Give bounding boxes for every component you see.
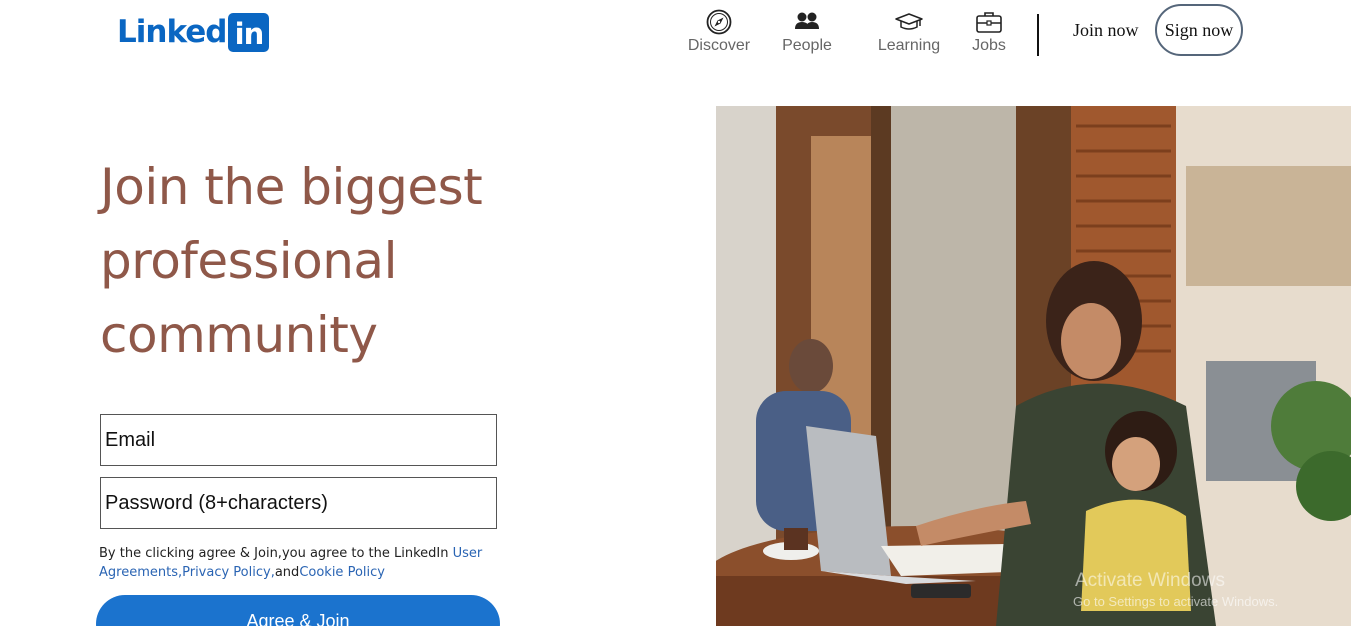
logo-wordmark: Linked (117, 14, 227, 50)
windows-watermark-subtitle: Go to Settings to activate Windows. (1073, 594, 1279, 609)
agree-join-button[interactable]: Agree & Join (96, 595, 500, 626)
nav-divider (1037, 14, 1039, 56)
join-now-link[interactable]: Join now (1073, 20, 1139, 41)
graduation-cap-icon (895, 8, 923, 36)
people-icon (794, 8, 820, 36)
nav-label-jobs: Jobs (972, 37, 1006, 54)
nav-item-discover[interactable]: Discover (686, 8, 752, 55)
hero-photo (716, 106, 1351, 626)
headline-line-1: Join the biggest (100, 158, 483, 216)
privacy-policy-link[interactable]: Privacy Policy, (182, 565, 275, 580)
nav-label-learning: Learning (877, 37, 941, 54)
nav-item-people[interactable]: People (781, 8, 833, 55)
headline-line-3: community (100, 306, 378, 364)
linkedin-logo[interactable]: Linked in (117, 12, 270, 52)
page-headline: Join the biggest professional community (100, 150, 660, 372)
windows-watermark-title: Activate Windows (1075, 570, 1225, 591)
terms-and: and (274, 565, 300, 580)
nav-item-jobs[interactable]: Jobs (970, 8, 1008, 55)
nav-item-learning[interactable]: Learning (876, 8, 942, 55)
compass-icon (706, 8, 732, 36)
password-field[interactable] (100, 477, 497, 529)
sign-now-button[interactable]: Sign now (1155, 4, 1243, 56)
nav-label-discover: Discover (687, 37, 751, 54)
email-field[interactable] (100, 414, 497, 466)
terms-prefix: By the clicking agree & Join,you agree t… (99, 546, 453, 561)
terms-notice: By the clicking agree & Join,you agree t… (99, 544, 499, 582)
briefcase-icon (975, 8, 1003, 36)
nav-label-people: People (782, 37, 832, 54)
cookie-policy-link[interactable]: Cookie Policy (299, 565, 385, 580)
logo-in-badge: in (228, 12, 270, 52)
headline-line-2: professional (100, 232, 397, 290)
